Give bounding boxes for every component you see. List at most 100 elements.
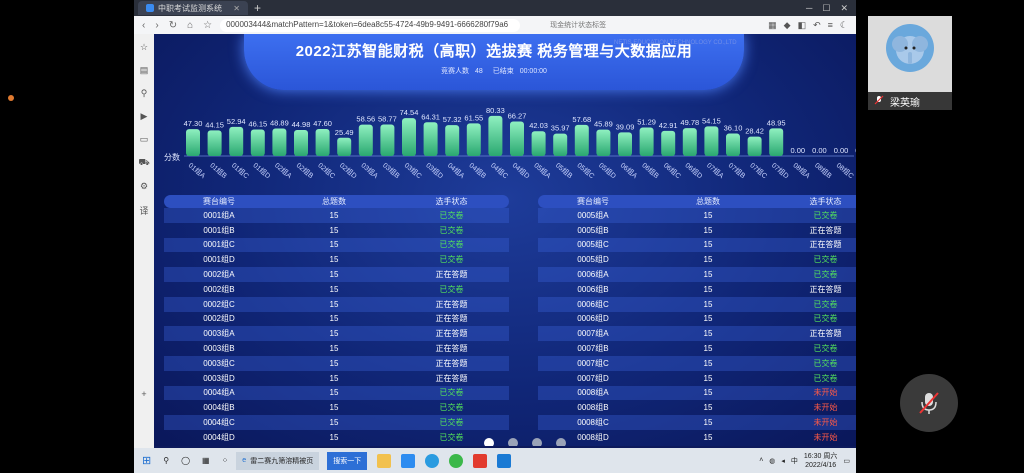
- clock[interactable]: 16:30 周六 2022/4/16: [804, 452, 837, 470]
- x-tick-label: 01组B: [208, 161, 229, 181]
- menu-icon[interactable]: ≡: [828, 20, 833, 31]
- volume-icon[interactable]: ◂: [781, 457, 785, 465]
- carousel-dot[interactable]: [556, 438, 566, 446]
- station-id-cell: 0005组B: [577, 225, 609, 235]
- mute-button[interactable]: [900, 374, 958, 432]
- company-watermark: NETIS EDUCATION TECHNOLOGY CO.,LTD: [614, 40, 737, 46]
- doc-icon[interactable]: ▭: [140, 134, 149, 145]
- total-questions-cell: 15: [329, 388, 339, 398]
- total-questions-cell: 15: [329, 418, 339, 428]
- video-icon[interactable]: ▶: [141, 111, 148, 122]
- y-axis-label: 分数: [164, 152, 180, 162]
- ime-indicator[interactable]: 中: [791, 456, 798, 466]
- tab-close-icon[interactable]: ✕: [233, 4, 240, 13]
- total-questions-cell: 15: [329, 240, 339, 250]
- bar-value-label: 45.89: [594, 120, 613, 129]
- back-icon[interactable]: ‹: [142, 20, 145, 31]
- maximize-icon[interactable]: ☐: [822, 3, 830, 14]
- task-view-icon[interactable]: ◯: [181, 456, 190, 465]
- participant-tile[interactable]: 梁英瑜: [868, 16, 952, 110]
- cart-icon[interactable]: ⛟: [138, 157, 149, 169]
- total-questions-cell: 15: [329, 329, 339, 339]
- table-row: 0001组B 15 已交卷: [164, 223, 509, 238]
- night-mode-icon[interactable]: ☾: [840, 20, 848, 31]
- player-status-cell: 已交卷: [439, 284, 464, 294]
- start-icon[interactable]: ⊞: [142, 454, 151, 467]
- x-tick-label: 05组B: [554, 161, 575, 181]
- x-tick-label: 01组A: [187, 161, 208, 181]
- carousel-dot[interactable]: [532, 438, 542, 446]
- total-questions-cell: 15: [703, 314, 713, 324]
- table-row: 0006组C 15 已交卷: [538, 296, 856, 312]
- score-bar: [682, 128, 697, 156]
- player-status-cell: 已交卷: [813, 270, 838, 280]
- carousel-dot[interactable]: [484, 438, 494, 446]
- contest-timer: 00:00:00: [519, 68, 547, 75]
- widgets-icon[interactable]: ▦: [202, 456, 210, 465]
- x-tick-label: 04组A: [446, 161, 467, 181]
- total-questions-cell: 15: [703, 403, 713, 413]
- undo-icon[interactable]: ↶: [813, 20, 821, 31]
- x-tick-label: 06组A: [619, 161, 640, 181]
- game-icon[interactable]: ◆: [784, 20, 791, 31]
- browser-tab[interactable]: 中职考试监测系统 ✕: [138, 1, 248, 15]
- url-field[interactable]: 000003444&matchPattern=1&token=6dea8c55-…: [220, 18, 521, 32]
- tray-chevron-icon[interactable]: ˄: [759, 457, 763, 464]
- table-row: 0005组C 15 正在答题: [538, 237, 856, 253]
- apps-icon[interactable]: ⁘: [222, 456, 229, 465]
- taskbar-browser-app[interactable]: e 雷二赛九筛溶精被页: [236, 451, 320, 470]
- tools-icon[interactable]: ⚙: [140, 181, 148, 192]
- exam-dashboard: 2022江苏智能财税（高职）选拔赛 税务管理与大数据应用 NETIS EDUCA…: [154, 34, 856, 446]
- green-app-icon[interactable]: [449, 453, 464, 468]
- bar-value-label: 28.42: [745, 127, 764, 136]
- bar-value-label: 47.60: [313, 119, 332, 128]
- recording-indicator: [8, 95, 14, 101]
- network-icon[interactable]: ◍: [769, 457, 775, 465]
- translate-icon[interactable]: 译: [139, 204, 148, 217]
- station-id-cell: 0002组C: [203, 299, 235, 309]
- clock-time: 16:30 周六: [803, 452, 838, 460]
- edge-browser-icon[interactable]: [425, 453, 440, 468]
- carousel-dot[interactable]: [508, 438, 518, 446]
- total-questions-cell: 15: [703, 418, 713, 428]
- score-bar: [250, 129, 265, 156]
- reading-icon[interactable]: ▤: [140, 65, 149, 76]
- search-icon[interactable]: ⚲: [141, 88, 148, 99]
- taskbar-search-app[interactable]: 搜索一下: [327, 451, 368, 470]
- notification-icon[interactable]: ▭: [843, 457, 850, 465]
- sidebar-add-icon[interactable]: +: [141, 389, 146, 399]
- minimize-icon[interactable]: ─: [806, 3, 812, 14]
- wps-icon[interactable]: [473, 453, 488, 468]
- table-row: 0002组C 15 正在答题: [164, 296, 509, 312]
- clock-date: 2022/4/16: [805, 461, 837, 469]
- extension-icon[interactable]: ◧: [798, 20, 807, 31]
- score-bar: [229, 126, 244, 156]
- station-id-cell: 0008组A: [577, 388, 609, 398]
- taskbar-search-icon[interactable]: ⚲: [163, 456, 169, 465]
- bar-value-label: 64.31: [421, 112, 440, 121]
- grid-icon[interactable]: ▦: [768, 20, 777, 31]
- player-status-cell: 已交卷: [813, 314, 838, 324]
- close-window-icon[interactable]: ✕: [840, 3, 848, 14]
- score-bar: [380, 124, 395, 156]
- forward-icon[interactable]: ›: [155, 20, 158, 31]
- mic-off-icon: [919, 392, 939, 414]
- player-status-cell: 已交卷: [439, 210, 464, 220]
- video-call-panel: 梁英瑜: [856, 0, 1024, 473]
- address-bar: ‹ › ↻ ⌂ ☆ 000003444&matchPattern=1&token…: [134, 16, 856, 34]
- taskbar-app-label: 搜索一下: [333, 457, 362, 465]
- meeting-app-icon[interactable]: [401, 453, 416, 468]
- folder-icon[interactable]: [377, 453, 392, 468]
- photo-app-icon[interactable]: [497, 453, 512, 468]
- score-bar: [553, 133, 568, 156]
- player-status-cell: 正在答题: [809, 225, 842, 235]
- bookmark-star-icon[interactable]: ☆: [203, 20, 212, 31]
- x-tick-label: 02组C: [316, 161, 337, 181]
- new-tab-icon[interactable]: +: [254, 1, 261, 15]
- x-tick-label: 01组D: [252, 161, 273, 181]
- favorites-star-icon[interactable]: ☆: [140, 42, 148, 53]
- player-status-cell: 已交卷: [439, 403, 464, 413]
- home-icon[interactable]: ⌂: [187, 20, 193, 31]
- reload-icon[interactable]: ↻: [169, 20, 177, 31]
- score-bar: [358, 124, 373, 156]
